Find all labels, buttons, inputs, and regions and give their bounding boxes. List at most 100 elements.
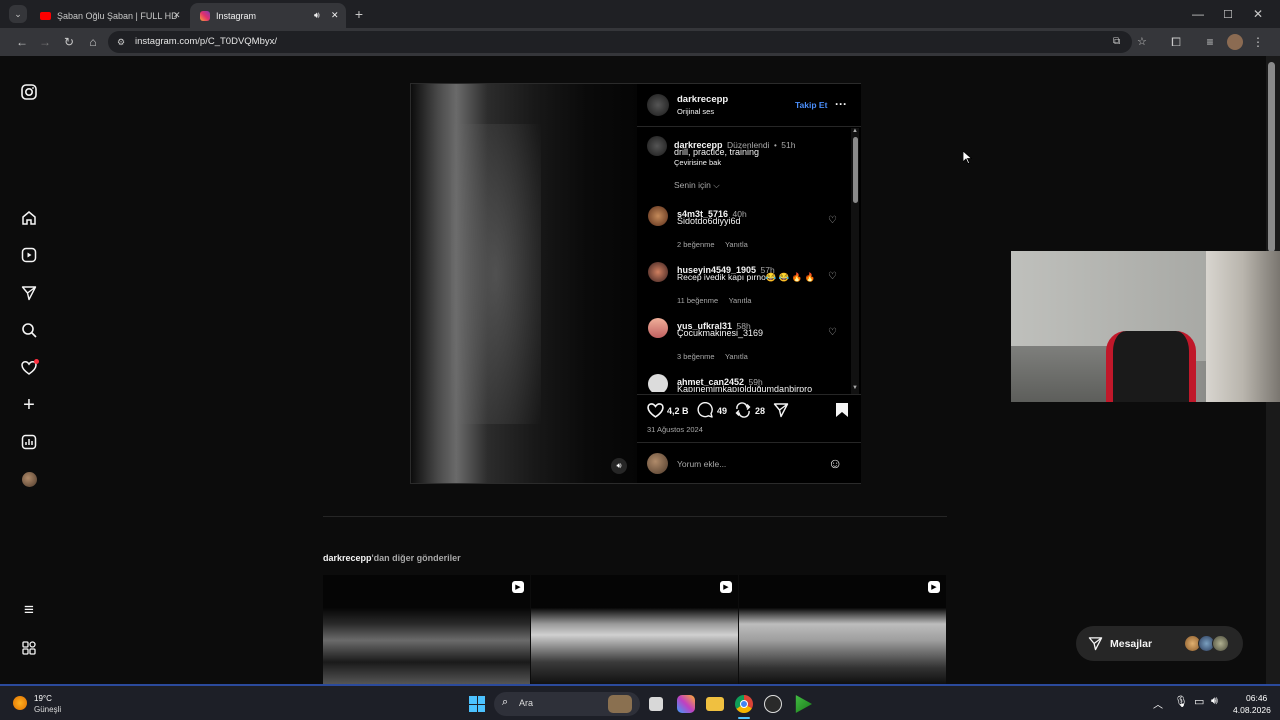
comment-like-icon[interactable]: ♡ <box>828 327 837 338</box>
chrome-icon[interactable] <box>735 695 753 713</box>
like-button[interactable] <box>647 402 664 424</box>
notifications-heart-icon[interactable] <box>19 358 39 378</box>
new-tab-button[interactable]: + <box>350 5 368 23</box>
comment-scroll-down[interactable]: ▼ <box>852 385 858 391</box>
start-button[interactable] <box>469 696 485 712</box>
back-icon[interactable]: ← <box>12 32 32 52</box>
instagram-logo-icon[interactable] <box>19 82 39 102</box>
direct-nav-icon[interactable] <box>19 283 39 303</box>
page-scrollbar-thumb[interactable] <box>1268 62 1275 252</box>
tab-youtube[interactable]: Şaban Oğlu Şaban | FULL HD - Y ✕ <box>30 3 190 28</box>
volume-icon[interactable]: 🔊︎ <box>1211 695 1218 708</box>
comment-reply[interactable]: Yanıtla <box>725 352 748 361</box>
minimize-button[interactable]: — <box>1188 4 1208 24</box>
speaker-icon[interactable]: 🔊︎ <box>314 10 320 21</box>
post-video[interactable]: 🔊︎ <box>411 84 637 483</box>
comment-reply[interactable]: Yanıtla <box>725 240 748 249</box>
tab-close-icon[interactable]: ✕ <box>331 10 339 21</box>
tab-close-icon[interactable]: ✕ <box>173 10 181 21</box>
tab-instagram[interactable]: Instagram 🔊︎ ✕ <box>190 3 346 28</box>
search-nav-icon[interactable] <box>19 320 39 340</box>
more-posts-suffix: 'dan diğer gönderiler <box>371 553 461 563</box>
comment-like-icon[interactable]: ♡ <box>828 215 837 226</box>
follow-button[interactable]: Takip Et <box>795 100 827 110</box>
comment-avatar[interactable] <box>648 206 668 226</box>
comment-avatar[interactable] <box>648 318 668 338</box>
repost-button[interactable] <box>735 402 751 423</box>
obs-icon[interactable] <box>764 695 782 713</box>
more-posts-user[interactable]: darkrecepp <box>323 553 372 563</box>
webcam-wardrobe <box>1206 251 1280 402</box>
media-app-icon[interactable] <box>795 695 812 713</box>
site-info-icon[interactable]: ⚙ <box>117 31 125 53</box>
comment-likes[interactable]: 11 beğenme <box>677 296 718 305</box>
reload-icon[interactable]: ↻ <box>59 32 79 52</box>
mute-toggle-icon[interactable]: 🔊︎ <box>611 458 627 474</box>
more-post-thumbnail[interactable]: ▶ <box>323 575 530 684</box>
also-from-meta-icon[interactable] <box>19 638 39 658</box>
windows-taskbar: 19°C Güneşli ⌕ Ara ︿ 🎙︎ ▭ 🔊︎ 06:46 4.08.… <box>0 684 1280 720</box>
comment-scroll-thumb[interactable] <box>853 137 858 203</box>
weather-icon[interactable] <box>13 696 27 710</box>
maximize-button[interactable]: ☐ <box>1218 4 1238 24</box>
author-avatar[interactable] <box>647 94 669 116</box>
more-post-thumbnail[interactable]: ▶ <box>739 575 946 684</box>
audio-label[interactable]: Orijinal ses <box>677 107 714 116</box>
file-explorer-icon[interactable] <box>706 697 724 711</box>
comment-avatar[interactable] <box>648 374 668 392</box>
caption-avatar[interactable] <box>647 136 667 156</box>
create-plus-icon[interactable]: + <box>19 394 39 416</box>
comment-scroll-up[interactable]: ▲ <box>852 128 858 134</box>
weather-temp[interactable]: 19°C <box>34 694 52 703</box>
likes-count[interactable]: 4,2 B <box>667 406 689 416</box>
comment-like-icon[interactable]: ♡ <box>828 271 837 282</box>
extensions-icon[interactable]: ⧠ <box>1166 32 1186 52</box>
comment-button[interactable] <box>697 401 713 423</box>
comment-likes[interactable]: 2 beğenme <box>677 240 715 249</box>
home-nav-icon[interactable] <box>19 208 39 228</box>
clock-time[interactable]: 06:46 <box>1246 693 1267 703</box>
forward-icon[interactable]: → <box>35 32 55 52</box>
task-view-icon[interactable] <box>649 697 663 711</box>
browser-toolbar: ← → ↻ ⌂ ⚙ instagram.com/p/C_T0DVQMbyx/ ⧉… <box>0 28 1280 56</box>
for-you-toggle[interactable]: Senin için ⌵ <box>674 180 720 191</box>
reposts-count[interactable]: 28 <box>755 406 765 416</box>
comment-reply[interactable]: Yanıtla <box>729 296 752 305</box>
header-divider <box>637 126 861 127</box>
reels-nav-icon[interactable] <box>19 245 39 265</box>
microphone-icon[interactable]: 🎙︎ <box>1174 695 1188 708</box>
browser-tab-bar: ⌄ Şaban Oğlu Şaban | FULL HD - Y ✕ Insta… <box>0 0 1280 28</box>
translate-link[interactable]: Çevirisine bak <box>674 158 721 167</box>
profile-avatar-icon[interactable] <box>1227 34 1243 50</box>
tray-chevron-icon[interactable]: ︿ <box>1153 696 1163 711</box>
menu-icon[interactable]: ⋮ <box>1250 32 1266 52</box>
comment-likes[interactable]: 3 beğenme <box>677 352 715 361</box>
close-window-button[interactable]: ✕ <box>1248 4 1268 24</box>
display-icon[interactable]: ▭ <box>1194 695 1204 708</box>
author-username[interactable]: darkrecepp <box>677 94 728 105</box>
share-button[interactable] <box>773 402 789 423</box>
bookmark-star-icon[interactable]: ☆ <box>1137 31 1147 53</box>
more-post-thumbnail[interactable]: ▶ <box>531 575 738 684</box>
save-button[interactable] <box>835 402 849 423</box>
video-frame <box>451 124 541 424</box>
more-options-icon[interactable]: ··· <box>835 97 847 111</box>
address-bar[interactable]: ⚙ instagram.com/p/C_T0DVQMbyx/ ⧉ ☆ <box>108 31 1147 53</box>
tab-search-icon[interactable]: ⌄ <box>9 5 27 23</box>
dashboard-icon[interactable] <box>19 432 39 452</box>
clock-date[interactable]: 4.08.2026 <box>1233 705 1271 715</box>
taskbar-search[interactable]: ⌕ Ara <box>494 692 640 716</box>
profile-nav-avatar[interactable] <box>19 469 39 489</box>
messages-button[interactable]: Mesajlar <box>1076 626 1243 661</box>
weather-desc[interactable]: Güneşli <box>34 705 61 714</box>
caption-time: 51h <box>781 140 796 150</box>
comments-count[interactable]: 49 <box>717 406 727 416</box>
install-icon[interactable]: ⧉ <box>1113 31 1120 53</box>
media-control-icon[interactable]: ≡ <box>1200 32 1220 52</box>
more-menu-icon[interactable]: ≡ <box>19 600 39 620</box>
home-icon[interactable]: ⌂ <box>83 32 103 52</box>
comment-input[interactable]: Yorum ekle... <box>677 459 726 469</box>
emoji-icon[interactable]: ☺ <box>828 455 842 471</box>
copilot-icon[interactable] <box>677 695 695 713</box>
comment-avatar[interactable] <box>648 262 668 282</box>
